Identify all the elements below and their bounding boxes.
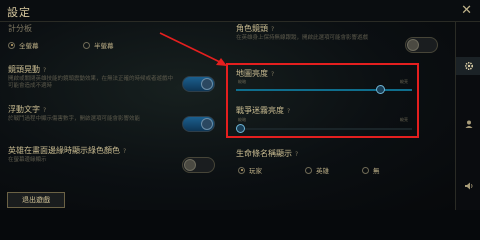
- sound-icon[interactable]: [456, 177, 480, 195]
- close-icon[interactable]: ✕: [461, 3, 472, 18]
- camera-label: 角色鏡頭?: [236, 24, 275, 33]
- camera-toggle[interactable]: [405, 37, 438, 53]
- highlight-box: [226, 63, 419, 138]
- scoreboard-half-radio[interactable]: 半螢幕: [83, 40, 114, 50]
- gear-icon[interactable]: [456, 57, 480, 75]
- camera-description: 在英雄身上保持無線跟蹤，開啟此選項可能會影響遊戲: [236, 35, 369, 41]
- health-bar-none-radio[interactable]: 無: [362, 165, 380, 175]
- top-bar: 設定 ✕: [0, 0, 480, 22]
- floating-text-description: 於戰鬥過程中顯示傷害數字，開啟選項可能會影響效能: [8, 116, 141, 122]
- health-bar-player-radio[interactable]: 玩家: [238, 165, 262, 175]
- scoreboard-label: 計分板: [8, 24, 32, 33]
- screen-shake-label: 鏡頭晃動?: [8, 65, 47, 74]
- edge-color-toggle[interactable]: [182, 157, 215, 173]
- edge-color-description: 在螢幕邊緣顯示: [8, 157, 47, 163]
- profile-icon[interactable]: [456, 115, 480, 133]
- health-bar-display-label: 生命條名稱顯示?: [236, 149, 299, 158]
- screen-shake-description: 開啟或關閉英雄技能的鏡頭震動效果，在無法正確的時候或者遊戲中可能會造成不適時: [8, 76, 174, 89]
- sidebar: [455, 22, 480, 210]
- window-title: 設定: [7, 6, 31, 19]
- health-bar-champion-radio[interactable]: 英雄: [305, 165, 329, 175]
- floating-text-toggle[interactable]: [182, 116, 215, 132]
- scoreboard-full-radio[interactable]: 全螢幕: [8, 40, 39, 50]
- exit-game-button[interactable]: 退出遊戲: [7, 192, 65, 208]
- floating-text-label: 浮動文字?: [8, 105, 47, 114]
- edge-color-label: 英雄在畫面邊緣時顯示綠色顏色?: [8, 146, 127, 155]
- screen-shake-toggle[interactable]: [182, 76, 215, 92]
